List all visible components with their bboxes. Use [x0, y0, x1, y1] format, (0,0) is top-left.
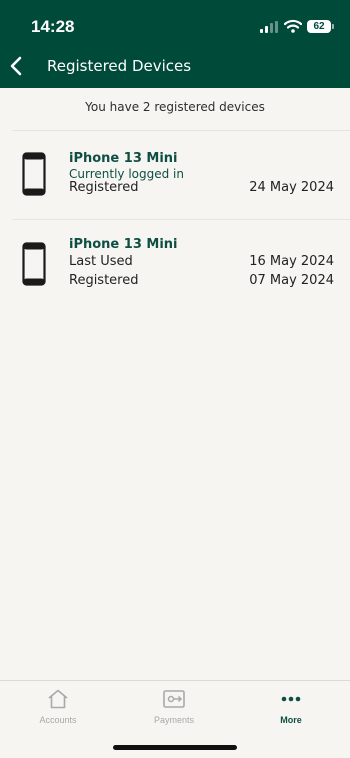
payments-icon	[163, 690, 185, 708]
divider	[12, 219, 350, 220]
wifi-icon	[284, 19, 302, 33]
status-time: 14:28	[31, 17, 75, 36]
device-status: Currently logged in	[69, 167, 184, 181]
registered-date: 24 May 2024	[249, 180, 334, 195]
battery-icon: 62	[307, 20, 334, 33]
registered-count-text: You have 2 registered devices	[85, 100, 265, 114]
last-used-date: 16 May 2024	[249, 254, 334, 269]
last-used-label: Last Used	[69, 254, 133, 269]
registered-label: Registered	[69, 273, 139, 288]
tab-label: More	[280, 715, 302, 725]
smartphone-icon	[22, 242, 46, 286]
home-indicator	[113, 745, 237, 750]
home-icon	[48, 689, 68, 709]
registered-label: Registered	[69, 180, 139, 195]
tab-label: Payments	[153, 715, 195, 725]
tab-label: Accounts	[39, 715, 77, 725]
back-chevron-icon[interactable]	[6, 54, 26, 78]
more-icon	[281, 696, 301, 702]
device-name: iPhone 13 Mini	[69, 151, 178, 166]
page-title: Registered Devices	[47, 57, 192, 75]
app-header: 14:28 62 Registered Devices	[0, 0, 350, 88]
tab-payments[interactable]: Payments	[129, 689, 219, 725]
registered-date: 07 May 2024	[249, 273, 334, 288]
device-name: iPhone 13 Mini	[69, 237, 178, 252]
divider	[12, 130, 350, 131]
cellular-signal-icon	[260, 21, 278, 33]
tab-more[interactable]: More	[246, 689, 336, 725]
smartphone-icon	[22, 152, 46, 196]
tab-accounts[interactable]: Accounts	[13, 689, 103, 725]
